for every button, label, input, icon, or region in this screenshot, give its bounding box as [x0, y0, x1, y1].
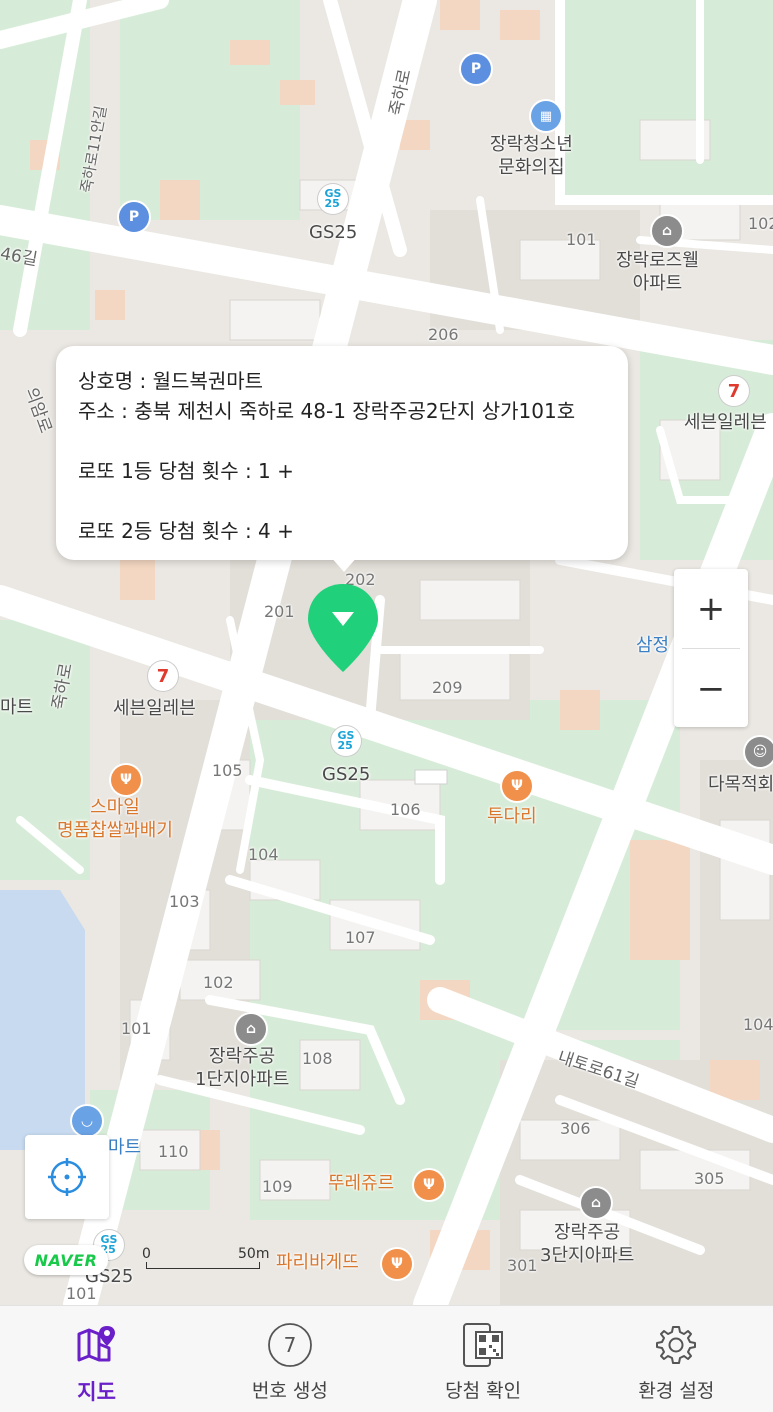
map-view[interactable]: 죽하로 죽하로11안길 46길 P P ▦ 장락청소년 문화의집 GS 25 G… [0, 0, 773, 1305]
scale-distance: 50m [238, 1246, 270, 1262]
building-number: 305 [694, 1169, 725, 1188]
crosshair-icon [48, 1158, 86, 1196]
building-number: 101 [121, 1019, 152, 1038]
poi-label-gs25-mid[interactable]: GS25 [322, 764, 370, 787]
poi-label-seven-eleven-right[interactable]: 세븐일레븐 [684, 412, 767, 435]
apartment-icon: ⌂ [245, 1021, 257, 1037]
apartment-icon[interactable]: ⌂ [581, 1188, 611, 1218]
restaurant-icon[interactable]: Ψ [502, 771, 532, 801]
face-icon: ☺ [752, 744, 768, 760]
second-prize-count: 로또 2등 당첨 횟수 : 4 + [78, 519, 294, 543]
poi-label-gs25-top[interactable]: GS25 [309, 222, 357, 245]
qr-scan-icon [463, 1323, 504, 1367]
tab-number-generate-label: 번호 생성 [251, 1380, 328, 1402]
poi-label-seven-eleven-left[interactable]: 세븐일레븐 [113, 698, 196, 721]
fork-knife-icon: Ψ [423, 1177, 435, 1193]
building-number: 103 [169, 892, 200, 911]
building-number: 201 [264, 602, 295, 621]
poi-label-apt3[interactable]: 장락주공 3단지아파트 [540, 1222, 634, 1267]
tab-settings[interactable]: 환경 설정 [580, 1306, 773, 1412]
building-number: 107 [345, 928, 376, 947]
bottom-tab-bar: 지도 7 번호 생성 당첨 확인 환경 설정 [0, 1305, 773, 1412]
building-number: 109 [262, 1177, 293, 1196]
tab-number-generate[interactable]: 7 번호 생성 [193, 1306, 386, 1412]
poi-label-mart-left[interactable]: 마트 [0, 697, 33, 720]
current-location-button[interactable] [25, 1135, 109, 1219]
naver-logo[interactable]: NAVER [24, 1245, 108, 1275]
location-marker-icon[interactable] [306, 582, 380, 674]
building-number: 101 [566, 230, 597, 249]
poi-label-paris[interactable]: 파리바게뜨 [276, 1252, 359, 1275]
parking-icon[interactable]: P [119, 202, 149, 232]
building-number: 206 [428, 325, 459, 344]
map-pin-icon [77, 1326, 115, 1362]
community-icon[interactable]: ☺ [745, 737, 773, 767]
building-number: 105 [212, 761, 243, 780]
store-name: 상호명 : 월드복권마트 [78, 369, 264, 393]
building-number: 301 [507, 1256, 538, 1275]
zoom-out-button[interactable]: − [674, 649, 748, 728]
bakery-icon[interactable]: Ψ [414, 1170, 444, 1200]
tab-map-label: 지도 [77, 1380, 116, 1404]
apartment-icon[interactable]: ⌂ [652, 216, 682, 246]
fork-knife-icon: Ψ [511, 778, 523, 794]
building-number: 108 [302, 1049, 333, 1068]
poi-label-rosewell[interactable]: 장락로즈웰 아파트 [616, 250, 699, 295]
ball-number: 7 [284, 1333, 297, 1357]
poi-label-tous[interactable]: 뚜레쥬르 [328, 1173, 394, 1196]
building-icon: ▦ [539, 108, 553, 124]
apartment-icon: ⌂ [661, 223, 673, 239]
seven-eleven-icon[interactable]: 7 [719, 376, 749, 406]
poi-label-mart-bottom[interactable]: 마트 [108, 1137, 141, 1160]
building-number: 102 [748, 214, 773, 233]
building-number: 102 [203, 973, 234, 992]
parking-icon[interactable]: P [461, 54, 491, 84]
scale-zero: 0 [142, 1246, 151, 1262]
poi-label-smile[interactable]: 스마일 명품찹쌀꽈배기 [57, 797, 173, 842]
building-number: 101 [66, 1284, 97, 1303]
poi-label-apt1[interactable]: 장락주공 1단지아파트 [195, 1046, 289, 1091]
poi-label-youth-center[interactable]: 장락청소년 문화의집 [490, 134, 573, 179]
bakery-icon[interactable]: Ψ [382, 1249, 412, 1279]
fork-knife-icon: Ψ [391, 1256, 403, 1272]
poi-label-samjeong[interactable]: 삼정 [636, 635, 669, 658]
basket-icon: ◡ [81, 1113, 93, 1129]
gs25-icon[interactable]: GS 25 [318, 184, 348, 214]
apartment-icon: ⌂ [590, 1195, 602, 1211]
store-info-popup[interactable]: 상호명 : 월드복권마트 주소 : 충북 제천시 죽하로 48-1 장락주공2단… [56, 346, 628, 560]
first-prize-count: 로또 1등 당첨 횟수 : 1 + [78, 459, 294, 483]
apartment-icon[interactable]: ⌂ [236, 1014, 266, 1044]
building-number: 209 [432, 678, 463, 697]
tab-map[interactable]: 지도 [0, 1306, 193, 1412]
mart-icon[interactable]: ◡ [72, 1106, 102, 1136]
restaurant-icon[interactable]: Ψ [111, 765, 141, 795]
gs25-icon[interactable]: GS 25 [331, 726, 361, 756]
tab-settings-label: 환경 설정 [638, 1380, 715, 1402]
seven-eleven-icon[interactable]: 7 [148, 661, 178, 691]
poi-label-damok[interactable]: 다목적회 [708, 774, 773, 797]
fork-knife-icon: Ψ [120, 772, 132, 788]
store-address: 주소 : 충북 제천시 죽하로 48-1 장락주공2단지 상가101호 [78, 399, 576, 423]
building-number: 306 [560, 1119, 591, 1138]
zoom-controls: + − [674, 569, 748, 727]
number-ball-icon: 7 [267, 1323, 312, 1367]
building-number: 104 [248, 845, 279, 864]
tab-win-check[interactable]: 당첨 확인 [387, 1306, 580, 1412]
poi-label-tudari[interactable]: 투다리 [487, 806, 537, 829]
map-scale: 0 50m [140, 1246, 280, 1276]
building-number: 104 [743, 1015, 773, 1034]
building-icon[interactable]: ▦ [531, 101, 561, 131]
gear-icon [656, 1326, 697, 1364]
popup-tail [330, 556, 358, 572]
building-number: 110 [158, 1142, 189, 1161]
building-number: 106 [390, 800, 421, 819]
tab-win-check-label: 당첨 확인 [445, 1380, 522, 1402]
zoom-in-button[interactable]: + [674, 569, 748, 648]
